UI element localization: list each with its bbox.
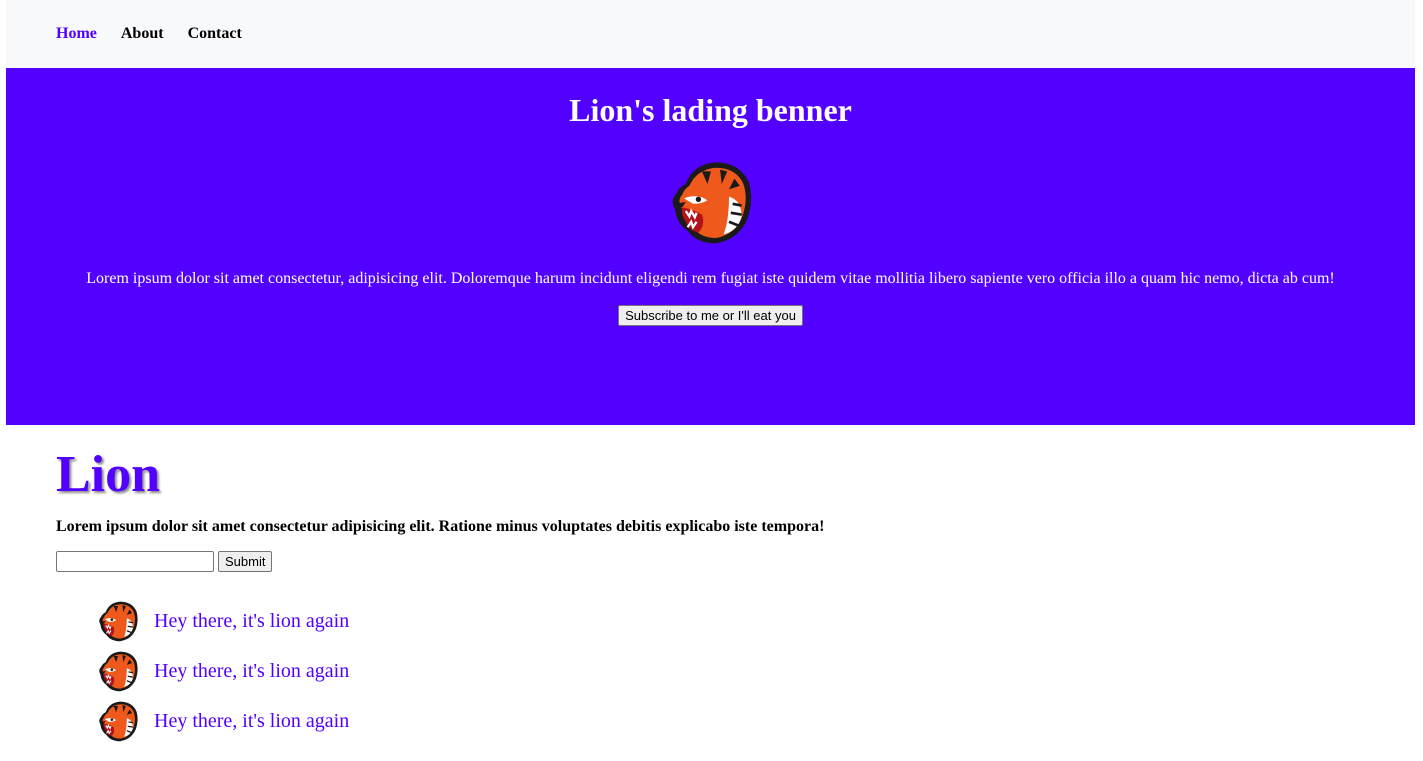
tiger-head-icon [96,649,140,693]
nav-link-contact[interactable]: Contact [188,25,242,43]
banner-text: Lorem ipsum dolor sit amet consectetur, … [86,270,1335,287]
banner-title: Lion's lading benner [569,92,852,128]
list-item: Hey there, it's lion again [96,596,1415,646]
page: Home About Contact Lion's lading benner … [6,0,1415,746]
tiger-head-icon [96,699,140,743]
text-input[interactable] [56,551,214,572]
submit-button[interactable]: Submit [218,551,273,572]
nav-link-about[interactable]: About [121,25,164,43]
page-heading: Lion [56,446,161,503]
navbar: Home About Contact [6,0,1415,68]
subscribe-button[interactable]: Subscribe to me or I'll eat you [618,305,803,326]
lead-text: Lorem ipsum dolor sit amet consectetur a… [56,518,825,535]
list-item: Hey there, it's lion again [96,696,1415,746]
tiger-head-icon [96,599,140,643]
submit-form: Submit [56,551,1415,572]
landing-banner: Lion's lading benner Lorem ipsum dolor s… [6,68,1415,425]
list-item-text: Hey there, it's lion again [154,709,350,732]
lion-list: Hey there, it's lion again Hey there, it… [56,596,1415,746]
tiger-head-icon [666,157,756,247]
main-content: Lion Lorem ipsum dolor sit amet consecte… [6,445,1415,746]
list-item-text: Hey there, it's lion again [154,609,350,632]
nav-link-home[interactable]: Home [56,25,97,43]
list-item-text: Hey there, it's lion again [154,659,350,682]
list-item: Hey there, it's lion again [96,646,1415,696]
